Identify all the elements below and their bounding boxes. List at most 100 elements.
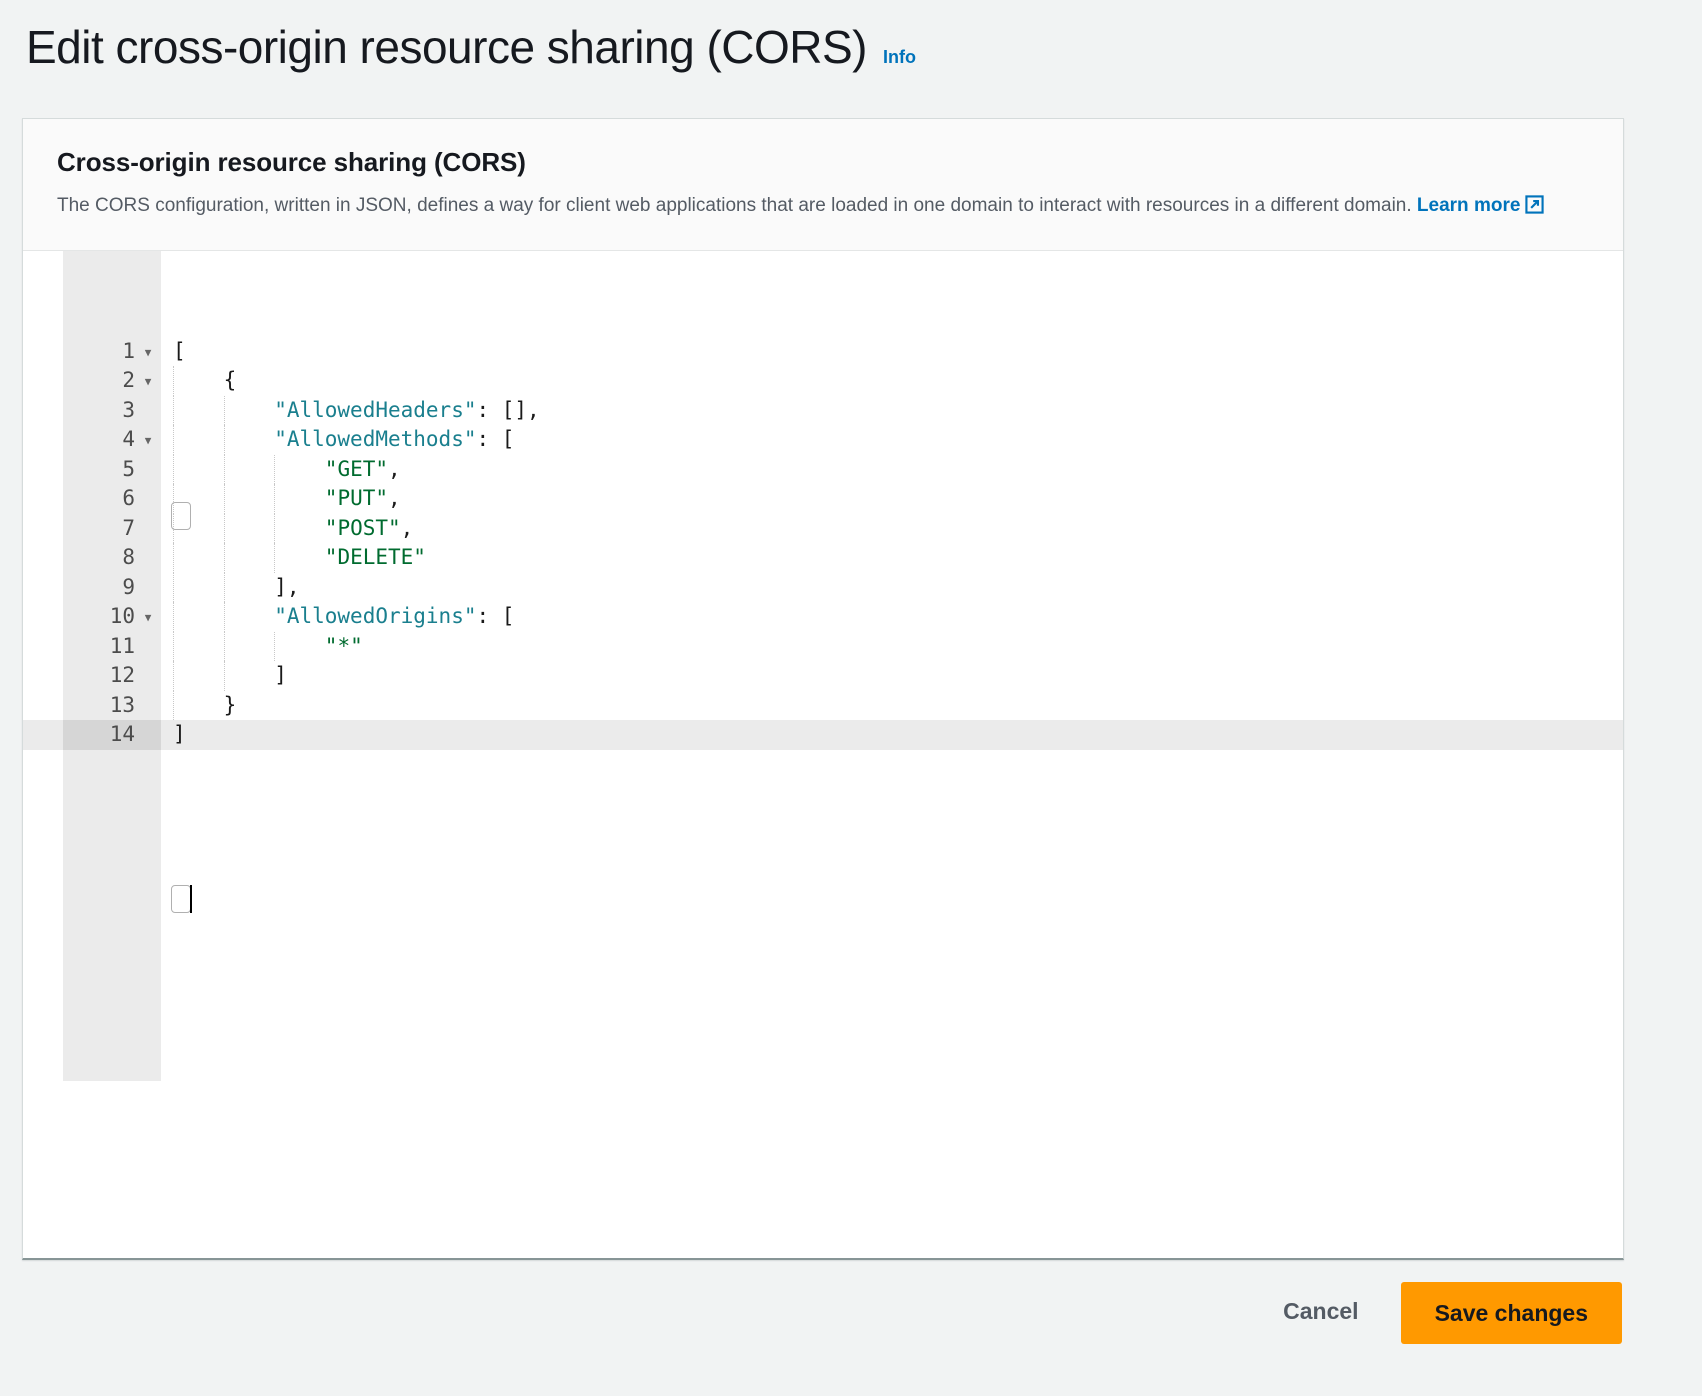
editor-line-text: "GET", bbox=[325, 455, 401, 485]
indent-guide bbox=[173, 543, 175, 573]
info-link[interactable]: Info bbox=[883, 47, 916, 68]
line-number: 3 bbox=[122, 397, 135, 422]
indent-guide bbox=[173, 513, 175, 543]
token-pun: { bbox=[223, 368, 237, 392]
indent-guide bbox=[173, 454, 175, 484]
token-key: "AllowedMethods" bbox=[274, 427, 477, 451]
indent-guide bbox=[274, 484, 276, 514]
cancel-button[interactable]: Cancel bbox=[1275, 1282, 1366, 1341]
editor-line-text: { bbox=[224, 366, 237, 396]
save-changes-button[interactable]: Save changes bbox=[1400, 1282, 1622, 1344]
indent-guide bbox=[223, 631, 226, 661]
cors-editor-card: Cross-origin resource sharing (CORS) The… bbox=[22, 118, 1624, 1260]
card-title: Cross-origin resource sharing (CORS) bbox=[57, 147, 526, 177]
indent-guide bbox=[223, 425, 226, 455]
editor-line[interactable]: 14] bbox=[23, 720, 1623, 750]
editor-line[interactable]: 8 "DELETE" bbox=[23, 543, 1623, 573]
editor-line-text: ], bbox=[274, 573, 299, 603]
editor-line-text: ] bbox=[274, 661, 287, 691]
code-fold-toggle-icon[interactable]: ▼ bbox=[141, 366, 155, 396]
line-number: 4 bbox=[122, 427, 135, 451]
indent-guide bbox=[173, 602, 175, 632]
editor-line[interactable]: 3 "AllowedHeaders": [], bbox=[23, 395, 1623, 426]
line-number: 1 bbox=[122, 338, 135, 363]
line-number-cell: 4 ▼ bbox=[63, 425, 161, 455]
indent-guide bbox=[274, 513, 276, 543]
line-number: 10 bbox=[109, 604, 135, 628]
editor-line[interactable]: 6 "PUT", bbox=[23, 484, 1623, 514]
indent-guide bbox=[223, 572, 226, 602]
line-number: 14 bbox=[109, 722, 135, 746]
indent-guide bbox=[173, 572, 175, 602]
line-number: 2 bbox=[122, 368, 135, 392]
line-number: 5 bbox=[122, 456, 135, 481]
line-number: 11 bbox=[109, 633, 135, 658]
json-code-editor[interactable]: 1 ▼[2 ▼{3 "AllowedHeaders": [], 4 ▼ "AllowedMe… bbox=[23, 250, 1623, 1253]
indent-guide bbox=[223, 484, 226, 514]
card-description-text: The CORS configuration, written in JSON,… bbox=[57, 195, 1417, 216]
line-number-cell: 12 bbox=[63, 661, 161, 691]
line-number-cell: 6 bbox=[63, 484, 161, 514]
indent-guide bbox=[274, 454, 276, 484]
token-pun: [ bbox=[173, 338, 186, 363]
editor-line-text: "AllowedMethods": [ bbox=[274, 425, 514, 455]
indent-guide bbox=[173, 631, 175, 661]
line-number-cell: 10 ▼ bbox=[63, 602, 161, 632]
indent-guide bbox=[173, 366, 175, 396]
editor-line[interactable]: 12] bbox=[23, 661, 1623, 691]
line-number-cell: 2 ▼ bbox=[63, 366, 161, 396]
editor-line[interactable]: 13} bbox=[23, 690, 1623, 721]
editor-line[interactable]: 2 ▼ { bbox=[23, 366, 1623, 396]
indent-guide bbox=[223, 602, 226, 632]
editor-line-text: "AllowedOrigins": [ bbox=[274, 602, 514, 632]
line-number-cell: 5 bbox=[63, 455, 161, 485]
code-fold-toggle-icon[interactable]: ▼ bbox=[141, 602, 155, 632]
editor-line[interactable]: 7 "POST", bbox=[23, 513, 1623, 544]
token-str: "DELETE" bbox=[324, 545, 426, 569]
line-number-cell: 14 bbox=[63, 720, 161, 750]
indent-guide bbox=[274, 631, 276, 661]
token-pun: ] bbox=[274, 663, 287, 687]
indent-guide bbox=[274, 543, 276, 573]
code-fold-toggle-icon[interactable]: ▼ bbox=[141, 337, 155, 367]
editor-line-text: "DELETE" bbox=[325, 543, 426, 573]
line-number: 6 bbox=[122, 486, 135, 510]
editor-line[interactable]: 4 ▼ "AllowedMethods": [ bbox=[23, 425, 1623, 455]
card-description: The CORS configuration, written in JSON,… bbox=[57, 192, 1589, 224]
editor-line-text: [ bbox=[173, 337, 186, 367]
editor-line-text: "AllowedHeaders": [], bbox=[274, 396, 540, 426]
token-pun: , bbox=[400, 515, 414, 540]
editor-line[interactable]: 10 ▼ "AllowedOrigins": [ bbox=[23, 602, 1623, 632]
editor-line[interactable]: 5 "GET", bbox=[23, 454, 1623, 485]
line-number-cell: 7 bbox=[63, 514, 161, 544]
editor-code-area[interactable]: 1 ▼[2 ▼{3 "AllowedHeaders": [], 4 ▼ "AllowedMe… bbox=[23, 251, 1623, 1253]
indent-guide bbox=[223, 454, 226, 484]
page-title: Edit cross-origin resource sharing (CORS… bbox=[26, 21, 868, 73]
line-number-cell: 1 ▼ bbox=[63, 337, 161, 367]
external-link-icon bbox=[1525, 195, 1545, 224]
editor-line[interactable]: 11 "*" bbox=[23, 631, 1623, 661]
token-pun: : [], bbox=[476, 397, 540, 422]
token-pun: : [ bbox=[476, 427, 515, 451]
line-number: 8 bbox=[122, 545, 135, 569]
token-key: "AllowedHeaders" bbox=[274, 397, 477, 422]
line-number: 7 bbox=[122, 515, 135, 540]
indent-guide bbox=[223, 543, 226, 573]
editor-line-text: ] bbox=[173, 720, 186, 750]
token-str: "*" bbox=[324, 633, 363, 658]
editor-line[interactable]: 1 ▼ [ bbox=[23, 337, 1623, 367]
line-number: 13 bbox=[109, 692, 135, 717]
token-key: "AllowedOrigins" bbox=[274, 604, 477, 628]
code-fold-toggle-icon[interactable]: ▼ bbox=[141, 425, 155, 455]
indent-guide bbox=[223, 395, 226, 425]
indent-guide bbox=[173, 484, 175, 514]
form-footer: Cancel Save changes bbox=[0, 1282, 1702, 1382]
token-pun: } bbox=[223, 692, 237, 717]
page-header: Edit cross-origin resource sharing (CORS… bbox=[0, 0, 1702, 73]
learn-more-link[interactable]: Learn more bbox=[1417, 195, 1520, 216]
editor-line[interactable]: 9], bbox=[23, 572, 1623, 603]
token-pun: , bbox=[388, 456, 401, 481]
token-pun: , bbox=[388, 486, 401, 510]
indent-guide bbox=[173, 661, 175, 691]
editor-line-text: } bbox=[224, 691, 237, 721]
